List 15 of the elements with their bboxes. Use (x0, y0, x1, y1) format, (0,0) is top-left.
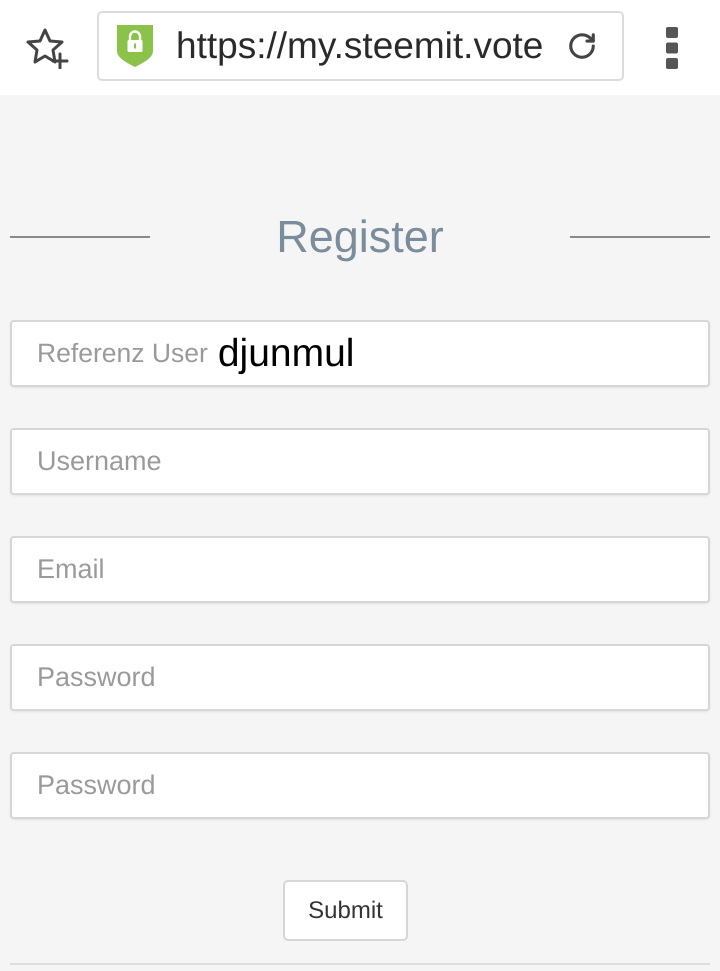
input-field[interactable]: Username (10, 428, 710, 495)
form-title: Register (275, 211, 445, 263)
input-field[interactable]: Password (10, 752, 710, 819)
bookmark-star-icon[interactable] (24, 26, 68, 68)
field-label: Referenz User (37, 336, 208, 370)
input-field[interactable]: Email (10, 536, 710, 603)
menu-icon[interactable] (666, 26, 678, 68)
reload-icon[interactable] (567, 30, 597, 60)
field-value: djunmul (218, 334, 354, 373)
secure-shield-icon (117, 24, 153, 66)
input-field[interactable]: Referenz User djunmul (10, 320, 710, 387)
url-text: https://my.steemit.vote (176, 24, 544, 68)
input-field[interactable]: Password (10, 644, 710, 711)
address-bar[interactable]: https://my.steemit.vote (97, 10, 624, 80)
submit-button[interactable]: Submit (283, 880, 408, 941)
